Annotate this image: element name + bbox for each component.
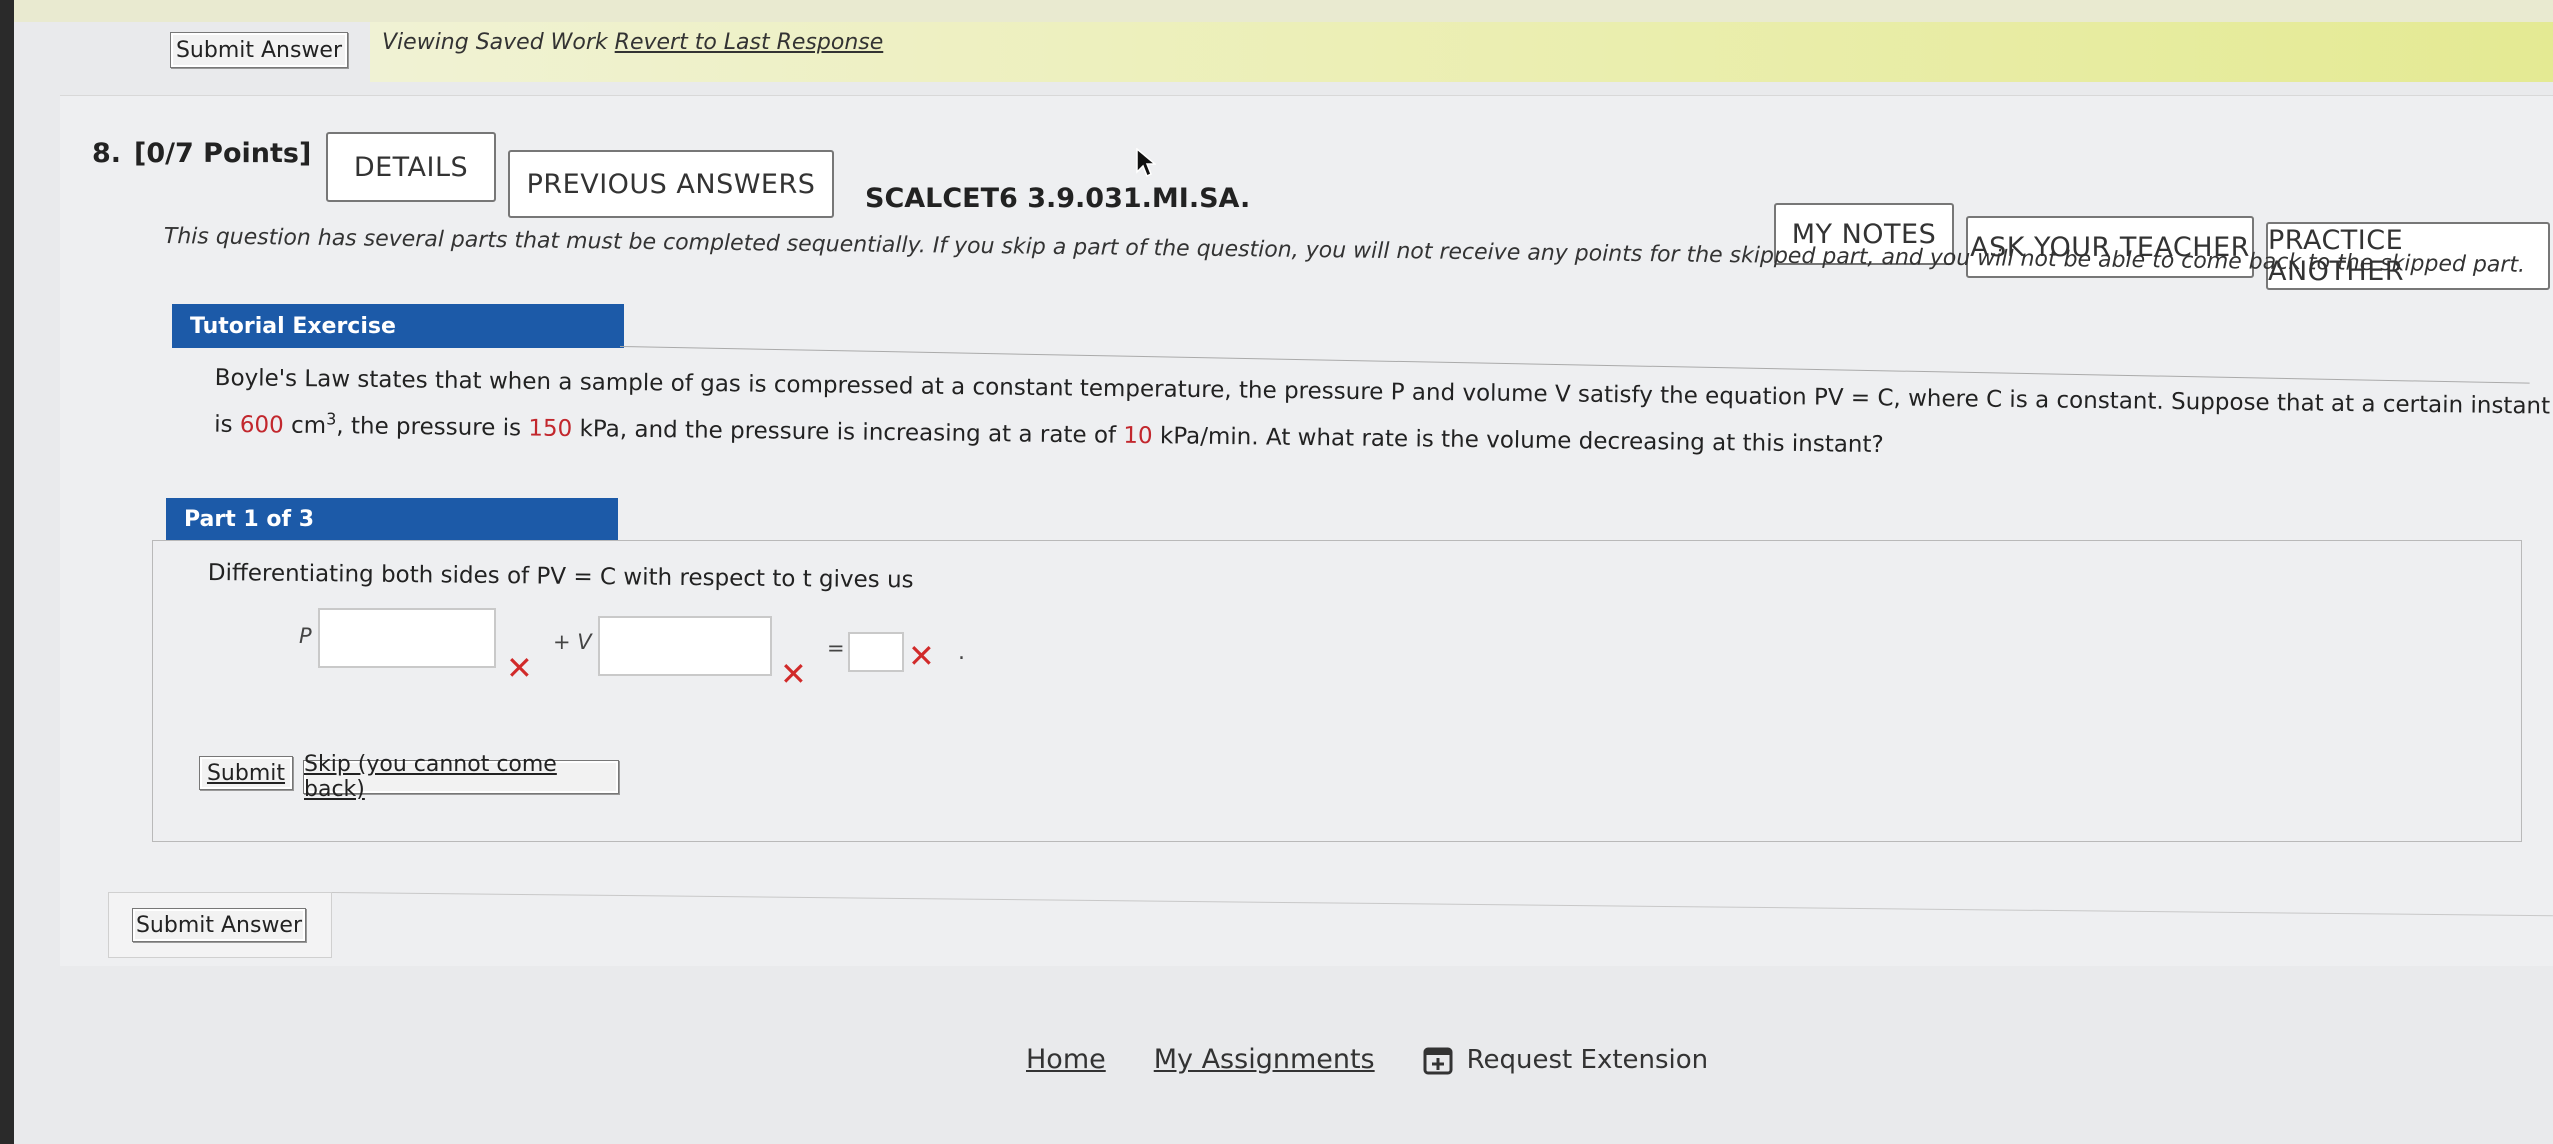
question-code: SCALCET6 3.9.031.MI.SA. xyxy=(865,183,1251,214)
rate-value: 10 xyxy=(1123,422,1153,450)
banner-text: Viewing Saved Work Revert to Last Respon… xyxy=(382,30,883,55)
part-submit-button[interactable]: Submit xyxy=(199,756,293,790)
label-plus-v: + V xyxy=(553,630,592,654)
pressure-value: 150 xyxy=(528,415,573,443)
line2-is: is xyxy=(214,411,241,438)
part-header: Part 1 of 3 xyxy=(166,498,618,540)
submit-answer-top-button[interactable]: Submit Answer xyxy=(170,32,348,68)
volume-value: 600 xyxy=(239,411,284,439)
screen-edge xyxy=(0,0,14,1144)
incorrect-x-icon: ✕ xyxy=(506,649,533,687)
incorrect-x-icon: ✕ xyxy=(780,655,807,693)
volume-exponent: 3 xyxy=(326,409,337,429)
viewing-saved-work-label: Viewing Saved Work xyxy=(382,30,608,55)
line2-b: kPa, and the pressure is increasing at a… xyxy=(572,416,1124,449)
mouse-cursor-icon xyxy=(1136,148,1156,178)
calendar-plus-icon xyxy=(1423,1047,1453,1074)
request-extension-label: Request Extension xyxy=(1466,1044,1709,1075)
previous-answers-button[interactable]: PREVIOUS ANSWERS xyxy=(508,150,834,218)
footer-nav: Home My Assignments Request Extension xyxy=(1026,1044,1708,1075)
details-button[interactable]: DETAILS xyxy=(326,132,496,202)
top-bar xyxy=(14,0,2553,22)
label-equals: = xyxy=(827,636,845,660)
incorrect-x-icon: ✕ xyxy=(908,637,935,675)
question-points: [0/7 Points] xyxy=(134,138,312,169)
volume-unit: cm xyxy=(283,412,327,440)
submit-answer-bottom-button[interactable]: Submit Answer xyxy=(132,908,306,942)
label-p: P xyxy=(299,624,312,648)
question-number: 8. xyxy=(92,138,122,169)
revert-link[interactable]: Revert to Last Response xyxy=(615,30,884,55)
home-link[interactable]: Home xyxy=(1026,1044,1106,1075)
my-assignments-link[interactable]: My Assignments xyxy=(1154,1044,1375,1075)
line2-c: kPa/min. At what rate is the volume decr… xyxy=(1152,423,1884,459)
tutorial-exercise-header: Tutorial Exercise xyxy=(172,304,624,348)
answer-input-3[interactable] xyxy=(848,632,904,672)
answer-input-1[interactable] xyxy=(318,608,496,668)
period: . xyxy=(958,640,965,665)
line2-a: , the pressure is xyxy=(336,413,529,442)
answer-input-2[interactable] xyxy=(598,616,772,676)
skip-button[interactable]: Skip (you cannot come back) xyxy=(303,752,619,802)
request-extension-link[interactable]: Request Extension xyxy=(1423,1044,1709,1075)
